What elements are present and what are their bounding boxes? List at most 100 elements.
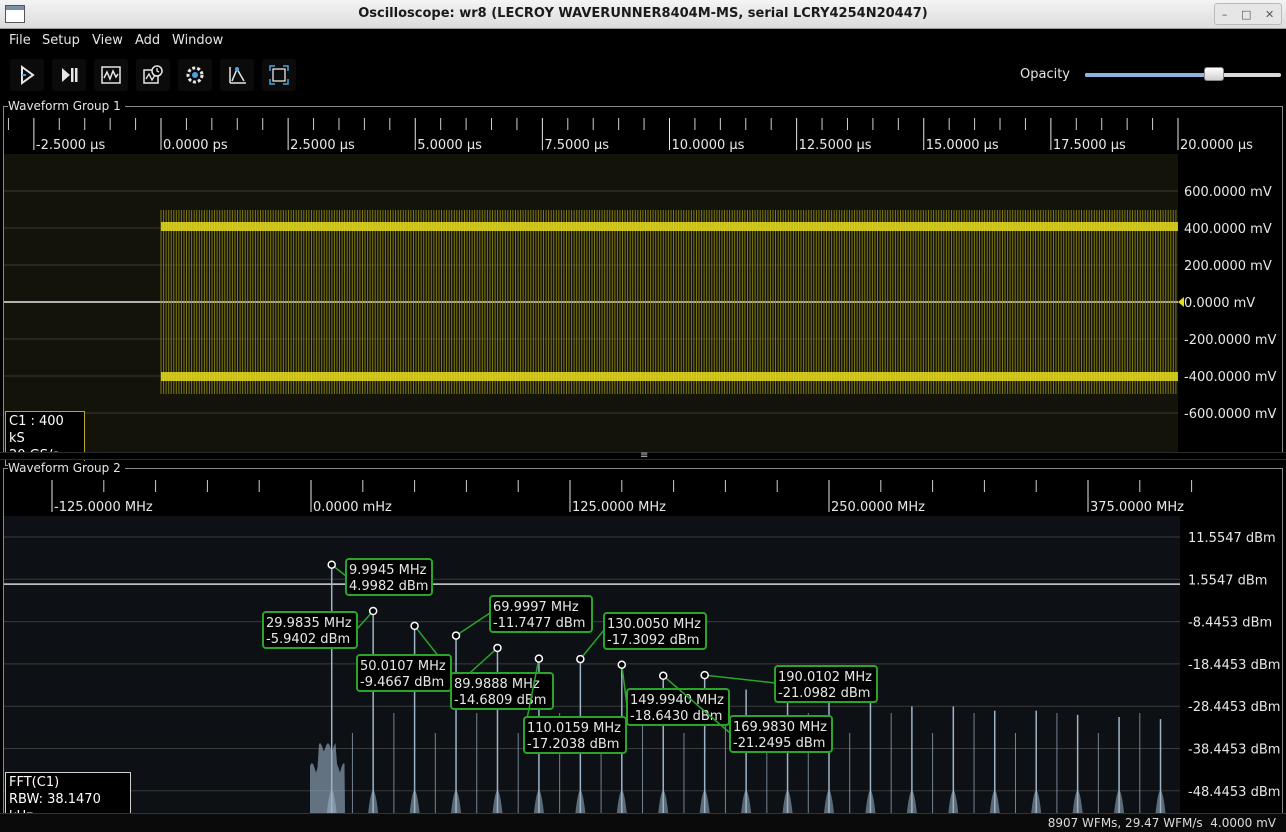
marker-frequency: 130.0050 MHz bbox=[607, 617, 701, 632]
level-tick-label: -18.4453 dBm bbox=[1188, 658, 1280, 673]
marker-point bbox=[700, 670, 709, 680]
marker-frequency: 190.0102 MHz bbox=[778, 670, 872, 685]
time-tick-label: 0.0000 ps bbox=[163, 138, 228, 153]
voltage-tick-label: 600.0000 mV bbox=[1184, 185, 1272, 200]
marker-frequency: 69.9997 MHz bbox=[493, 600, 579, 615]
marker-frequency: 9.9945 MHz bbox=[349, 563, 427, 578]
group-title: Waveform Group 1 bbox=[8, 99, 125, 113]
marker-level: -5.9402 dBm bbox=[266, 632, 350, 647]
menu-bar: File Setup View Add Window bbox=[0, 29, 1286, 53]
minimize-icon[interactable]: – bbox=[1222, 8, 1228, 21]
level-tick-label: -28.4453 dBm bbox=[1188, 700, 1280, 715]
measure-button[interactable] bbox=[220, 59, 254, 91]
time-tick-label: 10.0000 µs bbox=[672, 138, 745, 153]
frequency-tick-label: 0.0000 mHz bbox=[313, 500, 392, 515]
marker-level: -11.7477 dBm bbox=[493, 616, 585, 631]
opacity-slider-handle[interactable] bbox=[1204, 67, 1225, 81]
level-tick-label: -38.4453 dBm bbox=[1188, 743, 1280, 758]
menu-file[interactable]: File bbox=[9, 33, 31, 48]
marker-point bbox=[327, 560, 336, 569]
status-offset: 4.0000 mV bbox=[1210, 816, 1276, 830]
plot-background bbox=[4, 516, 1180, 813]
marker-frequency: 50.0107 MHz bbox=[360, 659, 446, 674]
time-tick-label: 2.5000 µs bbox=[290, 138, 355, 153]
fullscreen-button[interactable] bbox=[262, 59, 296, 91]
frequency-tick-label: 250.0000 MHz bbox=[831, 500, 925, 515]
menu-setup[interactable]: Setup bbox=[42, 33, 80, 48]
plot-background bbox=[4, 154, 1178, 452]
marker-frequency: 89.9888 MHz bbox=[454, 677, 540, 692]
fft-plot[interactable]: -125.0000 MHz 0.0000 mHz 125.0000 MHz 250.0… bbox=[0, 475, 1286, 813]
window-title: Oscilloscope: wr8 (LECROY WAVERUNNER8404… bbox=[358, 6, 928, 21]
title-bar: Oscilloscope: wr8 (LECROY WAVERUNNER8404… bbox=[0, 0, 1286, 29]
marker-point bbox=[576, 654, 585, 664]
marker-level: -17.3092 dBm bbox=[607, 633, 699, 648]
single-trigger-icon bbox=[62, 68, 78, 82]
fft-source: FFT(C1) bbox=[9, 775, 60, 790]
status-bar: 8907 WFMs, 29.47 WFM/s 4.0000 mV bbox=[0, 813, 1286, 832]
marker-level: -14.6809 dBm bbox=[454, 693, 546, 708]
maximize-icon[interactable]: □ bbox=[1241, 8, 1251, 21]
time-domain-plot[interactable]: -2.5000 µs 0.0000 ps 2.5000 µs 5.0000 µs 7.5… bbox=[0, 113, 1286, 452]
marker-level: -21.2495 dBm bbox=[733, 736, 825, 751]
marker-frequency: 169.9830 MHz bbox=[733, 720, 827, 735]
level-tick-label: 1.5547 dBm bbox=[1188, 573, 1267, 588]
time-tick-label: 5.0000 µs bbox=[417, 138, 482, 153]
marker-point bbox=[410, 621, 419, 631]
waveform-icon bbox=[101, 66, 121, 84]
opacity-label: Opacity bbox=[1020, 67, 1071, 82]
waveform-button[interactable] bbox=[94, 59, 128, 91]
time-tick-label: 12.5000 µs bbox=[799, 138, 872, 153]
measure-icon bbox=[229, 67, 246, 84]
status-wfm-rate: 8907 WFMs, 29.47 WFM/s bbox=[1047, 816, 1203, 830]
time-tick-label: 20.0000 µs bbox=[1180, 138, 1253, 153]
frequency-tick-label: 375.0000 MHz bbox=[1090, 500, 1184, 515]
group-title: Waveform Group 2 bbox=[8, 461, 125, 475]
level-tick-label: -48.4453 dBm bbox=[1188, 785, 1280, 800]
voltage-tick-label: 0.0000 mV bbox=[1184, 296, 1255, 311]
group-splitter[interactable]: ≡ bbox=[0, 450, 1286, 461]
history-button[interactable] bbox=[136, 59, 170, 91]
single-trigger-button[interactable] bbox=[52, 59, 86, 91]
voltage-tick-label: 400.0000 mV bbox=[1184, 222, 1272, 237]
opacity-fill bbox=[1085, 73, 1215, 77]
toolbar: Opacity bbox=[0, 53, 1286, 97]
marker-frequency: 149.9940 MHz bbox=[630, 693, 724, 708]
menu-view[interactable]: View bbox=[92, 33, 123, 48]
menu-add[interactable]: Add bbox=[135, 33, 160, 48]
fullscreen-icon bbox=[269, 65, 289, 85]
marker-point bbox=[617, 660, 627, 669]
voltage-tick-label: 200.0000 mV bbox=[1184, 259, 1272, 274]
splitter-grip-icon: ≡ bbox=[640, 450, 649, 461]
marker-point bbox=[658, 671, 668, 681]
marker-level: -18.6430 dBm bbox=[630, 709, 722, 724]
level-tick-label: 11.5547 dBm bbox=[1188, 531, 1276, 546]
frequency-tick-label: -125.0000 MHz bbox=[54, 500, 153, 515]
history-icon bbox=[143, 65, 163, 84]
close-icon[interactable]: ✕ bbox=[1265, 8, 1274, 21]
start-trigger-icon bbox=[21, 65, 35, 85]
time-tick-label: 15.0000 µs bbox=[926, 138, 999, 153]
time-tick-label: 7.5000 µs bbox=[544, 138, 609, 153]
marker-level: -21.0982 dBm bbox=[778, 686, 870, 701]
waveform-high-band bbox=[161, 222, 1178, 231]
marker-frequency: 110.0159 MHz bbox=[527, 721, 621, 736]
channel-depth: C1 : 400 kS bbox=[9, 414, 64, 446]
waveform-low-band bbox=[161, 372, 1178, 381]
opacity-slider[interactable] bbox=[1085, 67, 1281, 83]
marker-level: -9.4667 dBm bbox=[360, 675, 444, 690]
channel-offset-marker bbox=[1178, 297, 1184, 307]
voltage-tick-label: -600.0000 mV bbox=[1184, 407, 1277, 422]
menu-window[interactable]: Window bbox=[172, 33, 223, 48]
time-tick-label: -2.5000 µs bbox=[36, 138, 106, 153]
time-tick-label: 17.5000 µs bbox=[1053, 138, 1126, 153]
marker-level: 4.9982 dBm bbox=[349, 579, 428, 594]
marker-point bbox=[451, 631, 461, 640]
voltage-tick-label: -200.0000 mV bbox=[1184, 333, 1277, 348]
settings-button[interactable] bbox=[178, 59, 212, 91]
marker-level: -17.2038 dBm bbox=[527, 737, 619, 752]
window-controls: – □ ✕ bbox=[1214, 3, 1282, 25]
start-trigger-button[interactable] bbox=[10, 59, 44, 91]
level-tick-label: -8.4453 dBm bbox=[1188, 616, 1272, 631]
marker-frequency: 29.9835 MHz bbox=[266, 616, 352, 631]
